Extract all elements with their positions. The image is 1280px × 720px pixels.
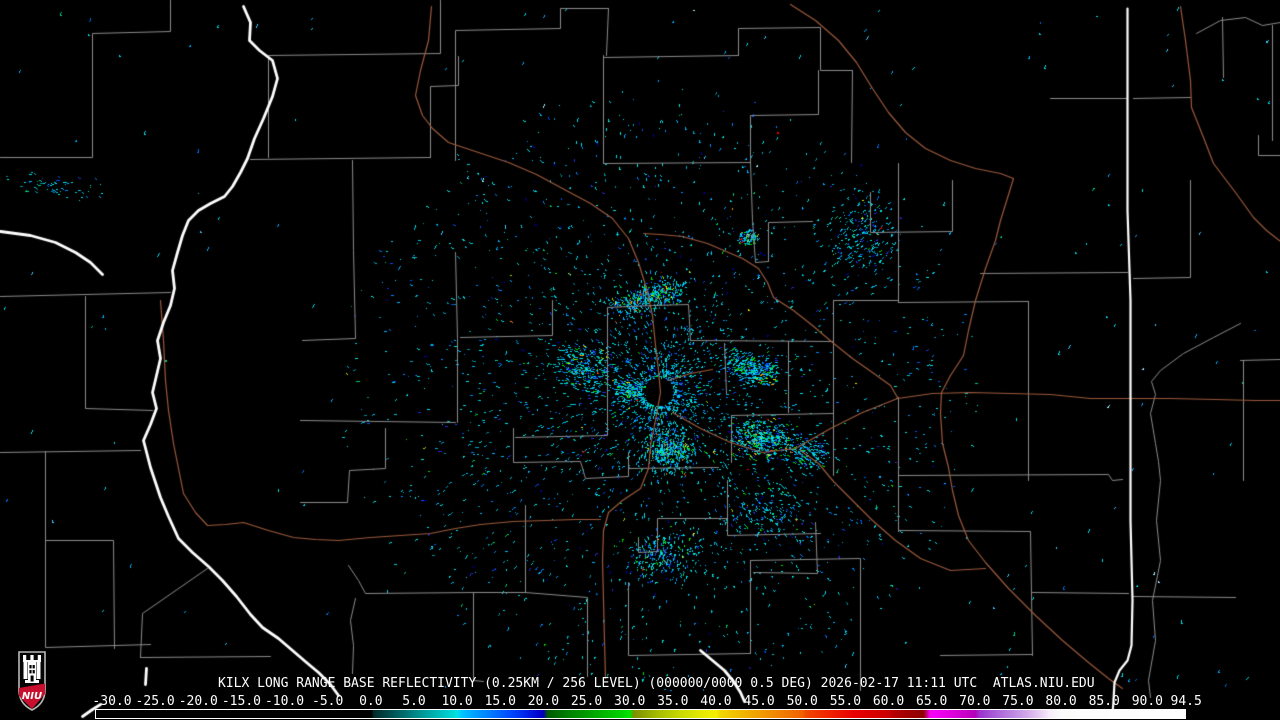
niu-logo: NIU	[18, 651, 46, 711]
radar-display-screen: KILX LONG RANGE BASE REFLECTIVITY (0.25K…	[0, 0, 1280, 720]
logo-text: NIU	[22, 691, 42, 702]
product-title: KILX LONG RANGE BASE REFLECTIVITY (0.25K…	[218, 676, 1095, 691]
radar-map-canvas	[0, 0, 1280, 720]
